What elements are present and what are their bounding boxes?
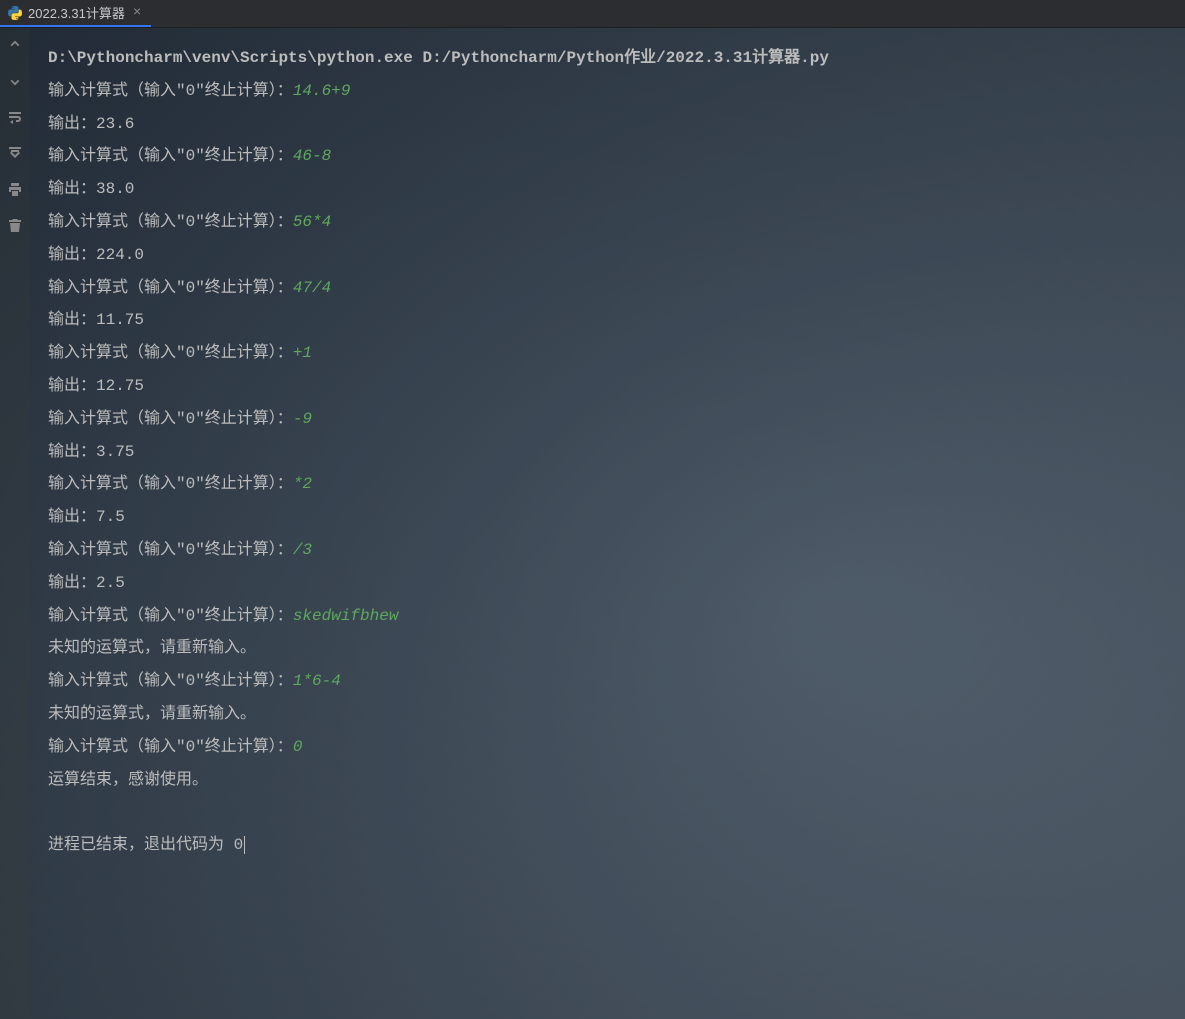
end-line: 运算结束，感谢使用。	[48, 764, 1167, 797]
output-line: 输出：12.75	[48, 370, 1167, 403]
output-line: 输出：2.5	[48, 567, 1167, 600]
gutter	[0, 28, 30, 1019]
prompt-line: 输入计算式（输入"0"终止计算）：1*6-4	[48, 665, 1167, 698]
python-icon	[8, 6, 22, 20]
prompt-line: 输入计算式（输入"0"终止计算）：*2	[48, 468, 1167, 501]
print-icon[interactable]	[6, 180, 24, 198]
exit-line: 进程已结束，退出代码为 0	[48, 829, 1167, 862]
prompt-line: 输入计算式（输入"0"终止计算）：56*4	[48, 206, 1167, 239]
error-line: 未知的运算式，请重新输入。	[48, 698, 1167, 731]
prompt-line: 输入计算式（输入"0"终止计算）：47/4	[48, 272, 1167, 305]
console-output[interactable]: D:\Pythoncharm\venv\Scripts\python.exe D…	[30, 28, 1185, 1019]
blank-line	[48, 796, 1167, 829]
prompt-line: 输入计算式（输入"0"终止计算）：/3	[48, 534, 1167, 567]
command-line: D:\Pythoncharm\venv\Scripts\python.exe D…	[48, 42, 1167, 75]
scroll-down-icon[interactable]	[6, 72, 24, 90]
output-line: 输出：7.5	[48, 501, 1167, 534]
scroll-to-end-icon[interactable]	[6, 144, 24, 162]
scroll-up-icon[interactable]	[6, 36, 24, 54]
tab-title: 2022.3.31计算器	[28, 3, 125, 22]
trash-icon[interactable]	[6, 216, 24, 234]
prompt-line: 输入计算式（输入"0"终止计算）：+1	[48, 337, 1167, 370]
main-area: D:\Pythoncharm\venv\Scripts\python.exe D…	[0, 28, 1185, 1019]
output-line: 输出：23.6	[48, 108, 1167, 141]
output-line: 输出：224.0	[48, 239, 1167, 272]
prompt-line: 输入计算式（输入"0"终止计算）：0	[48, 731, 1167, 764]
tab-active[interactable]: 2022.3.31计算器 ×	[0, 0, 151, 27]
output-line: 输出：3.75	[48, 436, 1167, 469]
output-line: 输出：38.0	[48, 173, 1167, 206]
prompt-line: 输入计算式（输入"0"终止计算）：-9	[48, 403, 1167, 436]
prompt-line: 输入计算式（输入"0"终止计算）：skedwifbhew	[48, 600, 1167, 633]
tab-bar: 2022.3.31计算器 ×	[0, 0, 1185, 28]
output-line: 输出：11.75	[48, 304, 1167, 337]
prompt-line: 输入计算式（输入"0"终止计算）：14.6+9	[48, 75, 1167, 108]
soft-wrap-icon[interactable]	[6, 108, 24, 126]
close-icon[interactable]: ×	[131, 5, 143, 21]
error-line: 未知的运算式，请重新输入。	[48, 632, 1167, 665]
prompt-line: 输入计算式（输入"0"终止计算）：46-8	[48, 140, 1167, 173]
